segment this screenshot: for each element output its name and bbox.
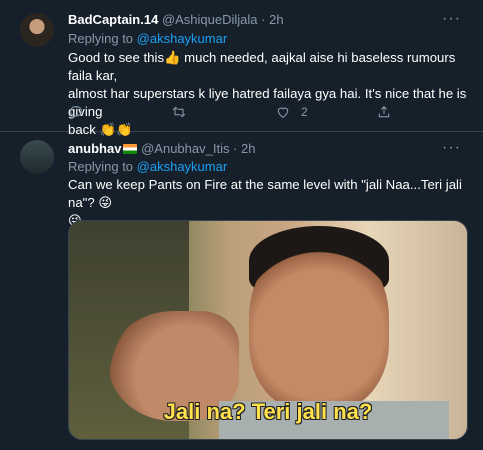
user-handle[interactable]: @AshiqueDiljala	[162, 12, 258, 27]
more-icon[interactable]: ···	[442, 10, 461, 28]
reply-icon	[70, 106, 82, 119]
like-icon	[277, 107, 289, 118]
media-caption: Jali na? Teri jali na?	[163, 399, 373, 424]
mention-link[interactable]: @akshaykumar	[137, 31, 228, 46]
replying-prefix: Replying to	[68, 31, 134, 46]
avatar[interactable]	[20, 140, 54, 174]
display-name[interactable]: anubhav	[68, 141, 121, 156]
separator: ·	[233, 141, 238, 156]
more-icon[interactable]: ···	[442, 139, 461, 157]
like-button[interactable]: 2	[275, 104, 308, 120]
tweet-text-line: Can we keep Pants on Fire at the same le…	[68, 177, 462, 210]
tweet-text-line: Good to see this👍 much needed, aajkal ai…	[68, 50, 456, 83]
retweet-button[interactable]	[171, 104, 187, 120]
tweet-header: anubhav @Anubhav_Itis · 2h	[68, 141, 256, 156]
separator: ·	[261, 12, 266, 27]
timestamp[interactable]: 2h	[241, 141, 255, 156]
tweet-header: BadCaptain.14 @AshiqueDiljala · 2h	[68, 12, 284, 27]
share-button[interactable]	[376, 104, 392, 120]
timestamp[interactable]: 2h	[269, 12, 283, 27]
reply-feed: BadCaptain.14 @AshiqueDiljala · 2h ··· R…	[0, 0, 483, 450]
replying-to: Replying to @akshaykumar	[68, 31, 227, 46]
reply-button[interactable]	[68, 104, 84, 120]
like-count: 2	[301, 105, 308, 119]
tweet-actions: 2	[68, 104, 468, 124]
retweet-icon	[172, 106, 186, 118]
replying-prefix: Replying to	[68, 159, 134, 174]
replying-to: Replying to @akshaykumar	[68, 159, 227, 174]
tweet-media-image[interactable]: Jali na? Teri jali na?	[68, 220, 468, 440]
share-icon	[378, 105, 390, 118]
avatar[interactable]	[20, 13, 54, 47]
tweet-badcaptain[interactable]: BadCaptain.14 @AshiqueDiljala · 2h ··· R…	[0, 0, 483, 137]
tweet-text: Good to see this👍 much needed, aajkal ai…	[68, 49, 468, 139]
user-handle[interactable]: @Anubhav_Itis	[141, 141, 229, 156]
india-flag-icon	[123, 144, 138, 154]
display-name[interactable]: BadCaptain.14	[68, 12, 158, 27]
mention-link[interactable]: @akshaykumar	[137, 159, 228, 174]
tweet-anubhav[interactable]: anubhav @Anubhav_Itis · 2h ··· Replying …	[0, 132, 483, 450]
media-face	[249, 241, 389, 411]
